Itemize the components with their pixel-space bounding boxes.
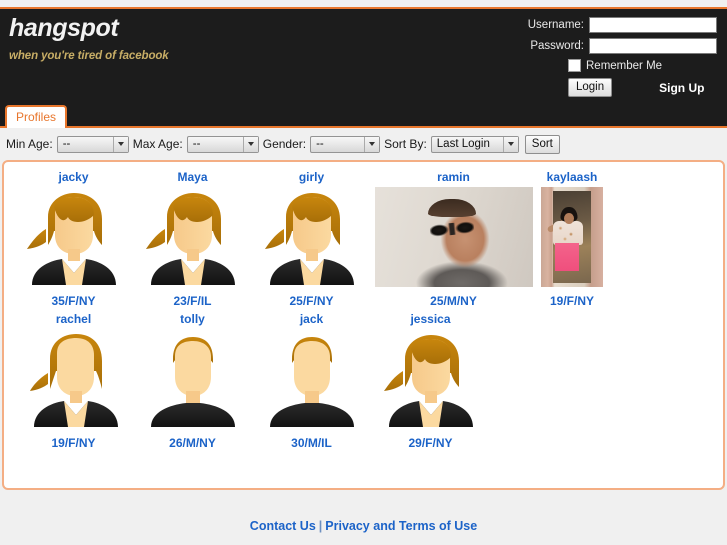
profile-card[interactable]: Maya 23/F/IL	[133, 166, 252, 308]
profile-photo-image	[374, 187, 533, 287]
profile-avatar-icon[interactable]	[24, 187, 124, 287]
profile-meta: 35/F/NY	[51, 294, 96, 308]
sort-button[interactable]: Sort	[524, 134, 560, 154]
filter-bar: Min Age: -- Max Age: -- Gender: -- Sort …	[0, 128, 727, 160]
profile-avatar-icon[interactable]	[262, 187, 362, 287]
site-footer: Contact Us | Privacy and Terms of Use	[0, 490, 727, 533]
remember-me-label: Remember Me	[586, 59, 663, 72]
profile-grid: jacky 35/F/NY Maya 23/F/IL girly 25/F/NY…	[4, 162, 723, 450]
profile-card[interactable]: kaylaash 19/F/NY	[536, 166, 608, 308]
profile-avatar-icon[interactable]	[24, 329, 124, 429]
password-input[interactable]	[589, 38, 717, 54]
privacy-terms-link[interactable]: Privacy and Terms of Use	[325, 519, 477, 533]
site-header: hangspot when you're tired of facebook U…	[0, 9, 727, 128]
tab-bar: Profiles	[5, 105, 68, 128]
profile-name-link[interactable]: rachel	[14, 312, 133, 326]
profile-card[interactable]: girly 25/F/NY	[252, 166, 371, 308]
profile-name-link[interactable]: jack	[252, 312, 371, 326]
password-row: Password:	[472, 38, 717, 54]
profile-meta: 23/F/IL	[173, 294, 212, 308]
profile-card[interactable]: jack 30/M/IL	[252, 308, 371, 450]
profile-avatar-icon[interactable]	[381, 329, 481, 429]
profile-meta: 30/M/IL	[291, 436, 332, 450]
username-input[interactable]	[589, 17, 717, 33]
login-form: Username: Password: Remember Me Login Si…	[472, 17, 717, 97]
profile-photo[interactable]	[541, 187, 603, 287]
profile-card[interactable]: tolly 26/M/NY	[133, 308, 252, 450]
profile-name-link[interactable]: jessica	[371, 312, 490, 326]
min-age-label: Min Age:	[6, 137, 53, 151]
min-age-select[interactable]: --	[56, 135, 129, 153]
min-age-value: --	[62, 138, 71, 150]
profile-card[interactable]: ramin 25/M/NY	[371, 166, 536, 308]
gender-value: --	[316, 138, 324, 150]
brand-tagline: when you're tired of facebook	[9, 50, 169, 62]
profile-card[interactable]: jessica 29/F/NY	[371, 308, 490, 450]
gender-label: Gender:	[262, 137, 307, 151]
sort-by-select[interactable]: Last Login	[430, 135, 519, 153]
max-age-label: Max Age:	[132, 137, 183, 151]
footer-separator: |	[318, 519, 323, 533]
username-row: Username:	[472, 17, 717, 33]
brand[interactable]: hangspot when you're tired of facebook	[9, 14, 169, 63]
username-label: Username:	[527, 19, 584, 31]
profile-meta: 25/F/NY	[289, 294, 334, 308]
chevron-down-icon	[112, 136, 128, 152]
profile-card[interactable]: rachel 19/F/NY	[14, 308, 133, 450]
page-root: hangspot when you're tired of facebook U…	[0, 0, 727, 545]
profile-meta: 19/F/NY	[51, 436, 96, 450]
sort-by-value: Last Login	[436, 138, 490, 150]
chevron-down-icon	[502, 136, 518, 152]
top-spacer	[0, 0, 727, 7]
profile-photo-image	[541, 187, 603, 287]
remember-me-checkbox[interactable]	[568, 59, 581, 72]
profile-meta: 29/F/NY	[408, 436, 453, 450]
login-actions: Login Sign Up	[568, 78, 717, 97]
profile-name-link[interactable]: jacky	[14, 170, 133, 184]
max-age-select[interactable]: --	[186, 135, 259, 153]
remember-me-row[interactable]: Remember Me	[568, 59, 717, 72]
gender-select[interactable]: --	[310, 135, 381, 153]
profile-avatar-icon[interactable]	[143, 187, 243, 287]
max-age-value: --	[192, 138, 201, 150]
profile-name-link[interactable]: kaylaash	[536, 170, 608, 184]
profile-name-link[interactable]: tolly	[133, 312, 252, 326]
profile-name-link[interactable]: ramin	[371, 170, 536, 184]
profiles-panel: jacky 35/F/NY Maya 23/F/IL girly 25/F/NY…	[2, 160, 725, 490]
sign-up-link[interactable]: Sign Up	[659, 81, 704, 95]
profile-meta: 19/F/NY	[549, 294, 594, 308]
profile-name-link[interactable]: Maya	[133, 170, 252, 184]
profile-name-link[interactable]: girly	[252, 170, 371, 184]
profile-card[interactable]: jacky 35/F/NY	[14, 166, 133, 308]
profile-avatar-icon[interactable]	[262, 329, 362, 429]
profile-meta: 26/M/NY	[169, 436, 216, 450]
profile-meta: 25/M/NY	[430, 294, 477, 308]
sort-by-label: Sort By:	[384, 137, 427, 151]
login-button[interactable]: Login	[568, 78, 613, 97]
contact-us-link[interactable]: Contact Us	[250, 519, 316, 533]
chevron-down-icon	[242, 136, 258, 152]
chevron-down-icon	[364, 136, 380, 152]
profile-avatar-icon[interactable]	[143, 329, 243, 429]
profile-photo[interactable]	[374, 187, 533, 287]
tab-profiles[interactable]: Profiles	[5, 105, 68, 128]
password-label: Password:	[530, 40, 584, 52]
brand-title: hangspot	[9, 14, 119, 42]
